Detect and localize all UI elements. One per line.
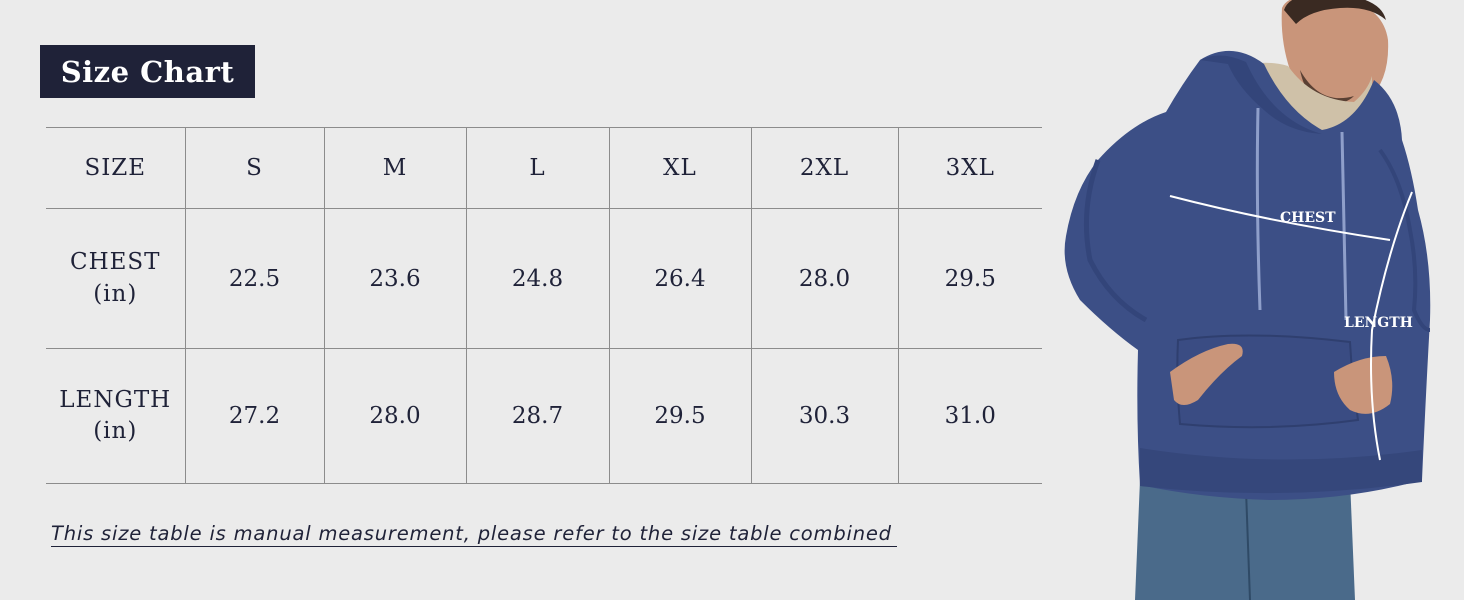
header-cell: 2XL — [750, 127, 899, 209]
table-cell: 29.5 — [897, 208, 1042, 349]
table-cell: 28.7 — [465, 348, 610, 484]
table-row-length: LENGTH (in) 27.2 28.0 28.7 29.5 30.3 31.… — [46, 348, 1042, 484]
table-row-chest: CHEST (in) 22.5 23.6 24.8 26.4 28.0 29.5 — [46, 208, 1042, 349]
table-cell: 28.0 — [750, 208, 899, 349]
header-cell: 3XL — [897, 127, 1042, 209]
row-label-unit: (in) — [93, 418, 138, 444]
row-label-unit: (in) — [93, 280, 138, 307]
header-cell: L — [465, 127, 610, 209]
table-cell: 28.0 — [323, 348, 467, 484]
header-cell: SIZE — [46, 127, 186, 209]
table-cell: 23.6 — [323, 208, 467, 349]
header-cell: XL — [608, 127, 752, 209]
table-cell: 22.5 — [184, 208, 325, 349]
row-label-length: LENGTH (in) — [46, 348, 186, 484]
table-cell: 31.0 — [897, 348, 1042, 484]
table-cell: 30.3 — [750, 348, 899, 484]
row-label-chest: CHEST (in) — [46, 208, 186, 349]
measurement-note: This size table is manual measurement, p… — [51, 522, 897, 547]
size-chart-title: Size Chart — [40, 45, 255, 98]
header-cell: S — [184, 127, 325, 209]
table-header-row: SIZE S M L XL 2XL 3XL — [46, 127, 1042, 209]
table-cell: 27.2 — [184, 348, 325, 484]
table-cell: 26.4 — [608, 208, 752, 349]
table-cell: 29.5 — [608, 348, 752, 484]
row-label-text: LENGTH — [59, 386, 172, 413]
row-label-text: CHEST — [69, 249, 161, 276]
length-label: LENGTH — [1344, 315, 1413, 331]
size-table: SIZE S M L XL 2XL 3XL CHEST (in) 22.5 23… — [46, 127, 1042, 484]
model-svg: CHEST LENGTH — [1064, 0, 1431, 600]
chest-label: CHEST — [1280, 210, 1336, 226]
model-illustration: CHEST LENGTH — [1050, 0, 1464, 600]
table-cell: 24.8 — [465, 208, 610, 349]
header-cell: M — [323, 127, 467, 209]
